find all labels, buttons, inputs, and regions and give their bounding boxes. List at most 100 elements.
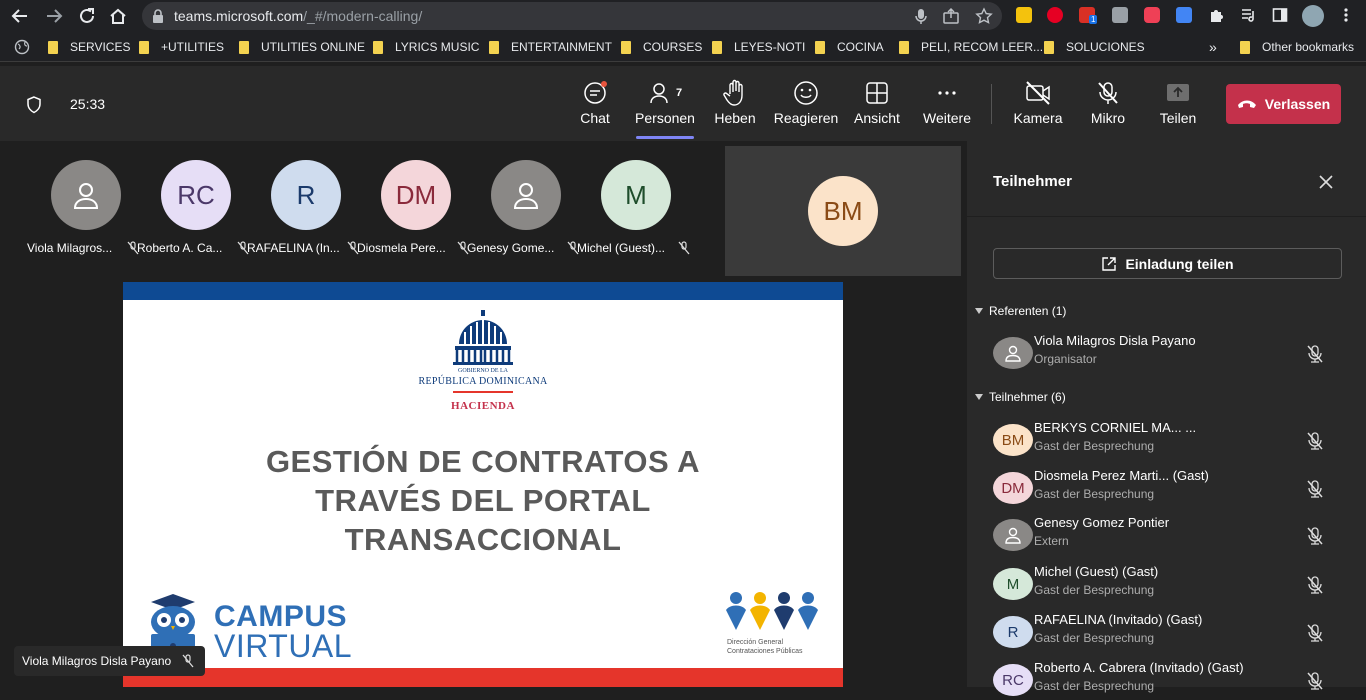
forward-arrow-icon[interactable]	[42, 4, 66, 28]
bookmark-star-icon[interactable]	[975, 7, 993, 25]
government-seal-icon	[453, 310, 513, 365]
participant-row[interactable]: BM BERKYS CORNIEL MA... ... Gast der Bes…	[993, 420, 1363, 460]
pinterest-icon[interactable]	[1047, 7, 1063, 23]
bookmark-folder[interactable]: SOLUCIONES	[1044, 39, 1145, 55]
slide-bottom-band	[123, 668, 843, 687]
microphone-icon[interactable]	[912, 7, 930, 25]
shield-icon[interactable]	[26, 96, 42, 114]
speaker-tile[interactable]: BM	[725, 146, 961, 276]
participant-role: Gast der Besprechung	[1034, 679, 1155, 693]
bookmark-folder[interactable]: ENTERTAINMENT	[489, 39, 612, 55]
mic-off-icon[interactable]	[1307, 480, 1323, 498]
url-text[interactable]: teams.microsoft.com/_#/modern-calling/	[174, 8, 422, 24]
participant-row[interactable]: M Michel (Guest) (Gast) Gast der Besprec…	[993, 564, 1363, 604]
participant-row[interactable]: Genesy Gomez Pontier Extern	[993, 515, 1363, 555]
mic-off-icon[interactable]	[1307, 345, 1323, 363]
share-invite-button[interactable]: Einladung teilen	[993, 248, 1342, 279]
close-icon[interactable]	[1317, 173, 1335, 191]
participant-row[interactable]: DM Diosmela Perez Marti... (Gast) Gast d…	[993, 468, 1363, 508]
extension-sticky-icon[interactable]	[1016, 7, 1032, 23]
share-button[interactable]: Teilen	[1157, 78, 1199, 130]
media-controls-icon[interactable]	[1240, 7, 1256, 23]
react-button[interactable]: Reagieren	[773, 78, 839, 130]
chat-button[interactable]: Chat	[575, 78, 615, 130]
bookmark-folder[interactable]: COURSES	[621, 39, 702, 55]
participant-name: BERKYS CORNIEL MA... ...	[1034, 420, 1197, 435]
pocket-icon[interactable]	[1144, 7, 1160, 23]
seal-text-line2: REPÚBLICA DOMINICANA	[418, 376, 548, 387]
reload-icon[interactable]	[75, 4, 99, 28]
bookmark-folder[interactable]: +UTILITIES	[139, 39, 224, 55]
grid-view-icon	[865, 78, 889, 108]
address-bar[interactable]: teams.microsoft.com/_#/modern-calling/	[142, 2, 1002, 30]
slide-top-band	[123, 282, 843, 300]
seal-divider	[453, 391, 513, 393]
mic-off-icon[interactable]	[1307, 432, 1323, 450]
mic-off-icon[interactable]	[1307, 527, 1323, 545]
share-page-icon[interactable]	[942, 7, 960, 25]
mic-off-icon[interactable]	[1307, 672, 1323, 690]
extension-text-icon[interactable]	[1112, 7, 1128, 23]
more-label: Weitere	[923, 110, 971, 126]
people-button[interactable]: 7 Personen	[635, 78, 695, 139]
bookmark-globe-icon[interactable]	[14, 39, 30, 55]
avatar: BM	[808, 176, 878, 246]
presenters-section-header[interactable]: Referenten (1)	[975, 304, 1066, 318]
active-tab-underline	[636, 136, 694, 139]
pane-title: Teilnehmer	[993, 173, 1072, 190]
participant-tile[interactable]: RC Roberto A. Ca...	[137, 160, 250, 270]
side-panel-icon[interactable]	[1272, 7, 1288, 23]
participant-row[interactable]: R RAFAELINA (Invitado) (Gast) Gast der B…	[993, 612, 1363, 652]
folder-icon	[1044, 40, 1054, 54]
bookmark-folder[interactable]: COCINA	[815, 39, 884, 55]
bookmark-folder[interactable]: SERVICES	[48, 39, 130, 55]
view-button[interactable]: Ansicht	[853, 78, 901, 130]
leave-button[interactable]: Verlassen	[1226, 84, 1341, 124]
mic-label: Mikro	[1090, 110, 1126, 126]
folder-icon	[48, 40, 58, 54]
extension-video-icon[interactable]: 1	[1079, 7, 1098, 24]
slide-title-line: TRAVÉS DEL PORTAL	[315, 483, 651, 518]
profile-avatar[interactable]	[1302, 5, 1324, 27]
participant-tile[interactable]: M Michel (Guest)...	[577, 160, 690, 270]
shared-presentation-slide[interactable]: GOBIERNO DE LA REPÚBLICA DOMINICANA HACI…	[123, 282, 843, 687]
home-icon[interactable]	[106, 4, 130, 28]
bookmark-folder[interactable]: UTILITIES ONLINE	[239, 39, 365, 55]
more-button[interactable]: Weitere	[922, 78, 972, 130]
folder-icon	[373, 40, 383, 54]
mic-off-icon[interactable]	[1307, 624, 1323, 642]
participant-row[interactable]: Viola Milagros Disla Payano Organisator	[993, 333, 1363, 373]
participant-role: Gast der Besprechung	[1034, 583, 1155, 597]
raise-hand-button[interactable]: Heben	[714, 78, 756, 130]
folder-icon	[239, 40, 249, 54]
bookmark-label: LEYES-NOTI	[734, 40, 806, 54]
mic-off-icon[interactable]	[1307, 576, 1323, 594]
section-title: Teilnehmer (6)	[989, 390, 1066, 404]
other-bookmarks-folder[interactable]: Other bookmarks	[1240, 39, 1354, 55]
folder-icon	[621, 40, 631, 54]
browser-menu-icon[interactable]	[1338, 7, 1354, 23]
participant-tile[interactable]: R RAFAELINA (In...	[247, 160, 360, 270]
react-label: Reagieren	[773, 110, 839, 126]
participant-tile[interactable]: DM Diosmela Pere...	[357, 160, 470, 270]
leave-label: Verlassen	[1264, 96, 1331, 112]
back-arrow-icon[interactable]	[8, 4, 32, 28]
lock-icon[interactable]	[152, 9, 164, 23]
participant-tile[interactable]: Genesy Gome...	[467, 160, 580, 270]
mic-button[interactable]: Mikro	[1089, 78, 1127, 130]
bookmark-folder[interactable]: LEYES-NOTI	[712, 39, 805, 55]
folder-icon	[1240, 40, 1250, 54]
participant-tile[interactable]: Viola Milagros...	[27, 160, 140, 270]
chevron-down-icon	[975, 308, 983, 314]
tile-name: Viola Milagros...	[27, 241, 113, 255]
dgcp-line2: Contrataciones Públicas	[727, 648, 803, 655]
bookmark-folder[interactable]: LYRICS MUSIC	[373, 39, 479, 55]
camera-button[interactable]: Kamera	[1013, 78, 1063, 130]
more-bookmarks-button[interactable]: »	[1209, 39, 1217, 55]
extensions-puzzle-icon[interactable]	[1208, 7, 1224, 23]
seal-text-line1: GOBIERNO DE LA	[458, 368, 508, 374]
participant-row[interactable]: RC Roberto A. Cabrera (Invitado) (Gast) …	[993, 660, 1363, 700]
attendees-section-header[interactable]: Teilnehmer (6)	[975, 390, 1066, 404]
translate-icon[interactable]	[1176, 7, 1192, 23]
bookmark-folder[interactable]: PELI, RECOM LEER...	[899, 39, 1043, 55]
